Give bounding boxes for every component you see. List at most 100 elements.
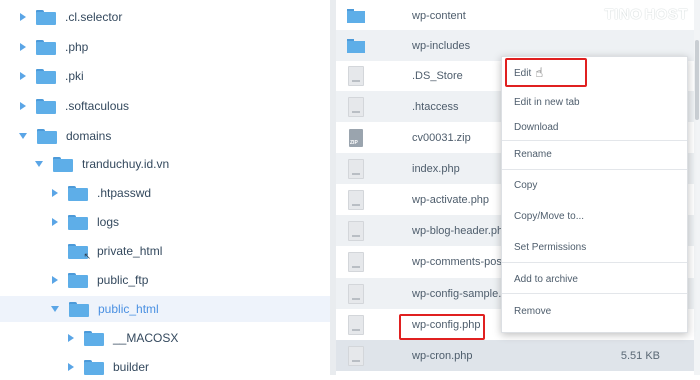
chevron-right-icon[interactable] — [68, 334, 74, 342]
tree-item-public-html[interactable]: public_html — [0, 296, 330, 322]
zip-file-icon — [349, 128, 363, 147]
chevron-down-icon[interactable] — [35, 161, 43, 167]
menu-item-label: Copy — [514, 179, 538, 191]
caret-spacer — [52, 246, 58, 256]
file-name: index.php — [412, 162, 460, 175]
tree-item-label: __MACOSX — [113, 331, 179, 345]
tree-item-tranduchuy[interactable]: tranduchuy.id.vn — [34, 151, 169, 177]
file-icon — [348, 96, 364, 117]
tree-item-builder[interactable]: builder — [66, 354, 149, 380]
folder-open-icon — [53, 156, 73, 172]
tree-item-label: tranduchuy.id.vn — [82, 157, 170, 171]
scrollbar[interactable] — [694, 0, 700, 375]
tinohost-logo: TINO HOST — [604, 6, 688, 23]
folder-shortcut-icon: ↖ — [68, 243, 91, 261]
tree-item-label: .htpasswd — [97, 186, 152, 200]
folder-icon — [347, 38, 365, 53]
file-icon — [348, 158, 364, 179]
menu-item-copy[interactable]: Copy — [502, 174, 687, 196]
scrollbar-thumb[interactable] — [695, 40, 699, 120]
folder-open-icon — [37, 128, 57, 144]
tree-item-cl-selector[interactable]: .cl.selector — [18, 4, 122, 30]
logo-text: HOST — [644, 6, 688, 23]
highlight-box — [505, 58, 587, 87]
file-name: wp-blog-header.php — [412, 224, 510, 237]
menu-separator — [502, 262, 687, 263]
file-icon — [348, 314, 364, 335]
tree-item-private-html[interactable]: ↖ private_html — [50, 238, 162, 264]
file-icon — [348, 251, 364, 272]
menu-item-label: Add to archive — [514, 273, 578, 285]
tree-item-label: domains — [66, 129, 112, 143]
chevron-right-icon[interactable] — [68, 363, 74, 371]
menu-item-remove[interactable]: Remove — [502, 300, 687, 322]
menu-item-rename[interactable]: Rename — [502, 143, 687, 165]
file-icon — [348, 283, 364, 304]
tree-item-label: public_ftp — [97, 273, 149, 287]
menu-separator — [502, 293, 687, 294]
chevron-right-icon[interactable] — [20, 13, 26, 21]
menu-item-edit-new-tab[interactable]: Edit in new tab — [502, 91, 687, 113]
menu-item-label: Download — [514, 121, 559, 133]
tree-item-pki[interactable]: .pki — [18, 63, 84, 89]
file-icon — [348, 65, 364, 86]
folder-icon — [36, 39, 56, 55]
folder-tree: .cl.selector .php .pki .softaculous doma… — [0, 0, 330, 375]
menu-item-copy-move[interactable]: Copy/Move to... — [502, 205, 687, 227]
folder-icon — [68, 214, 88, 230]
menu-item-label: Rename — [514, 148, 552, 160]
chevron-right-icon[interactable] — [20, 102, 26, 110]
tree-item-label: public_html — [98, 302, 159, 316]
chevron-right-icon[interactable] — [52, 276, 58, 284]
tree-item-label: builder — [113, 360, 150, 374]
file-name: cv00031.zip — [412, 131, 471, 144]
tree-item-label: private_html — [97, 244, 163, 258]
menu-item-add-archive[interactable]: Add to archive — [502, 268, 687, 290]
tree-item-logs[interactable]: logs — [50, 209, 119, 235]
menu-item-label: Copy/Move to... — [514, 210, 585, 222]
chevron-down-icon[interactable] — [51, 306, 59, 312]
chevron-down-icon[interactable] — [19, 133, 27, 139]
file-name: .htaccess — [412, 100, 459, 113]
menu-separator — [502, 140, 687, 141]
tree-item-label: .cl.selector — [65, 10, 123, 24]
tree-item-domains[interactable]: domains — [18, 123, 111, 149]
chevron-right-icon[interactable] — [52, 189, 58, 197]
file-row[interactable]: wp-cron.php 5.51 KB — [336, 340, 700, 371]
file-name: wp-includes — [412, 39, 471, 52]
chevron-right-icon[interactable] — [20, 72, 26, 80]
tree-item-macosx[interactable]: __MACOSX — [66, 325, 178, 351]
context-menu: Edit ☝ Edit in new tab Download Rename C… — [501, 56, 688, 333]
tree-item-label: .pki — [65, 69, 84, 83]
file-name: wp-activate.php — [412, 193, 490, 206]
tree-item-label: logs — [97, 215, 120, 229]
highlight-box — [399, 314, 485, 340]
folder-icon — [36, 9, 56, 25]
folder-icon — [84, 330, 104, 346]
file-icon — [348, 345, 364, 366]
chevron-right-icon[interactable] — [20, 43, 26, 51]
folder-open-icon — [69, 301, 89, 317]
folder-icon — [84, 359, 104, 375]
menu-item-label: Set Permissions — [514, 241, 587, 253]
file-name: .DS_Store — [412, 69, 463, 82]
folder-icon — [36, 98, 56, 114]
folder-icon — [347, 8, 365, 23]
menu-item-set-permissions[interactable]: Set Permissions — [502, 236, 687, 258]
tree-item-htpasswd[interactable]: .htpasswd — [50, 180, 151, 206]
tree-item-softaculous[interactable]: .softaculous — [18, 93, 129, 119]
tree-item-public-ftp[interactable]: public_ftp — [50, 267, 148, 293]
menu-item-download[interactable]: Download — [502, 116, 687, 138]
logo-text: TINO — [604, 6, 643, 23]
folder-icon — [68, 185, 88, 201]
file-icon — [348, 220, 364, 241]
menu-item-label: Remove — [514, 305, 552, 317]
tree-item-label: .php — [65, 40, 89, 54]
tree-item-label: .softaculous — [65, 99, 130, 113]
file-size: 5.51 KB — [620, 349, 660, 362]
file-name: wp-content — [412, 9, 466, 22]
tree-item-php[interactable]: .php — [18, 34, 88, 60]
folder-icon — [68, 272, 88, 288]
chevron-right-icon[interactable] — [52, 218, 58, 226]
menu-item-label: Edit in new tab — [514, 96, 580, 108]
